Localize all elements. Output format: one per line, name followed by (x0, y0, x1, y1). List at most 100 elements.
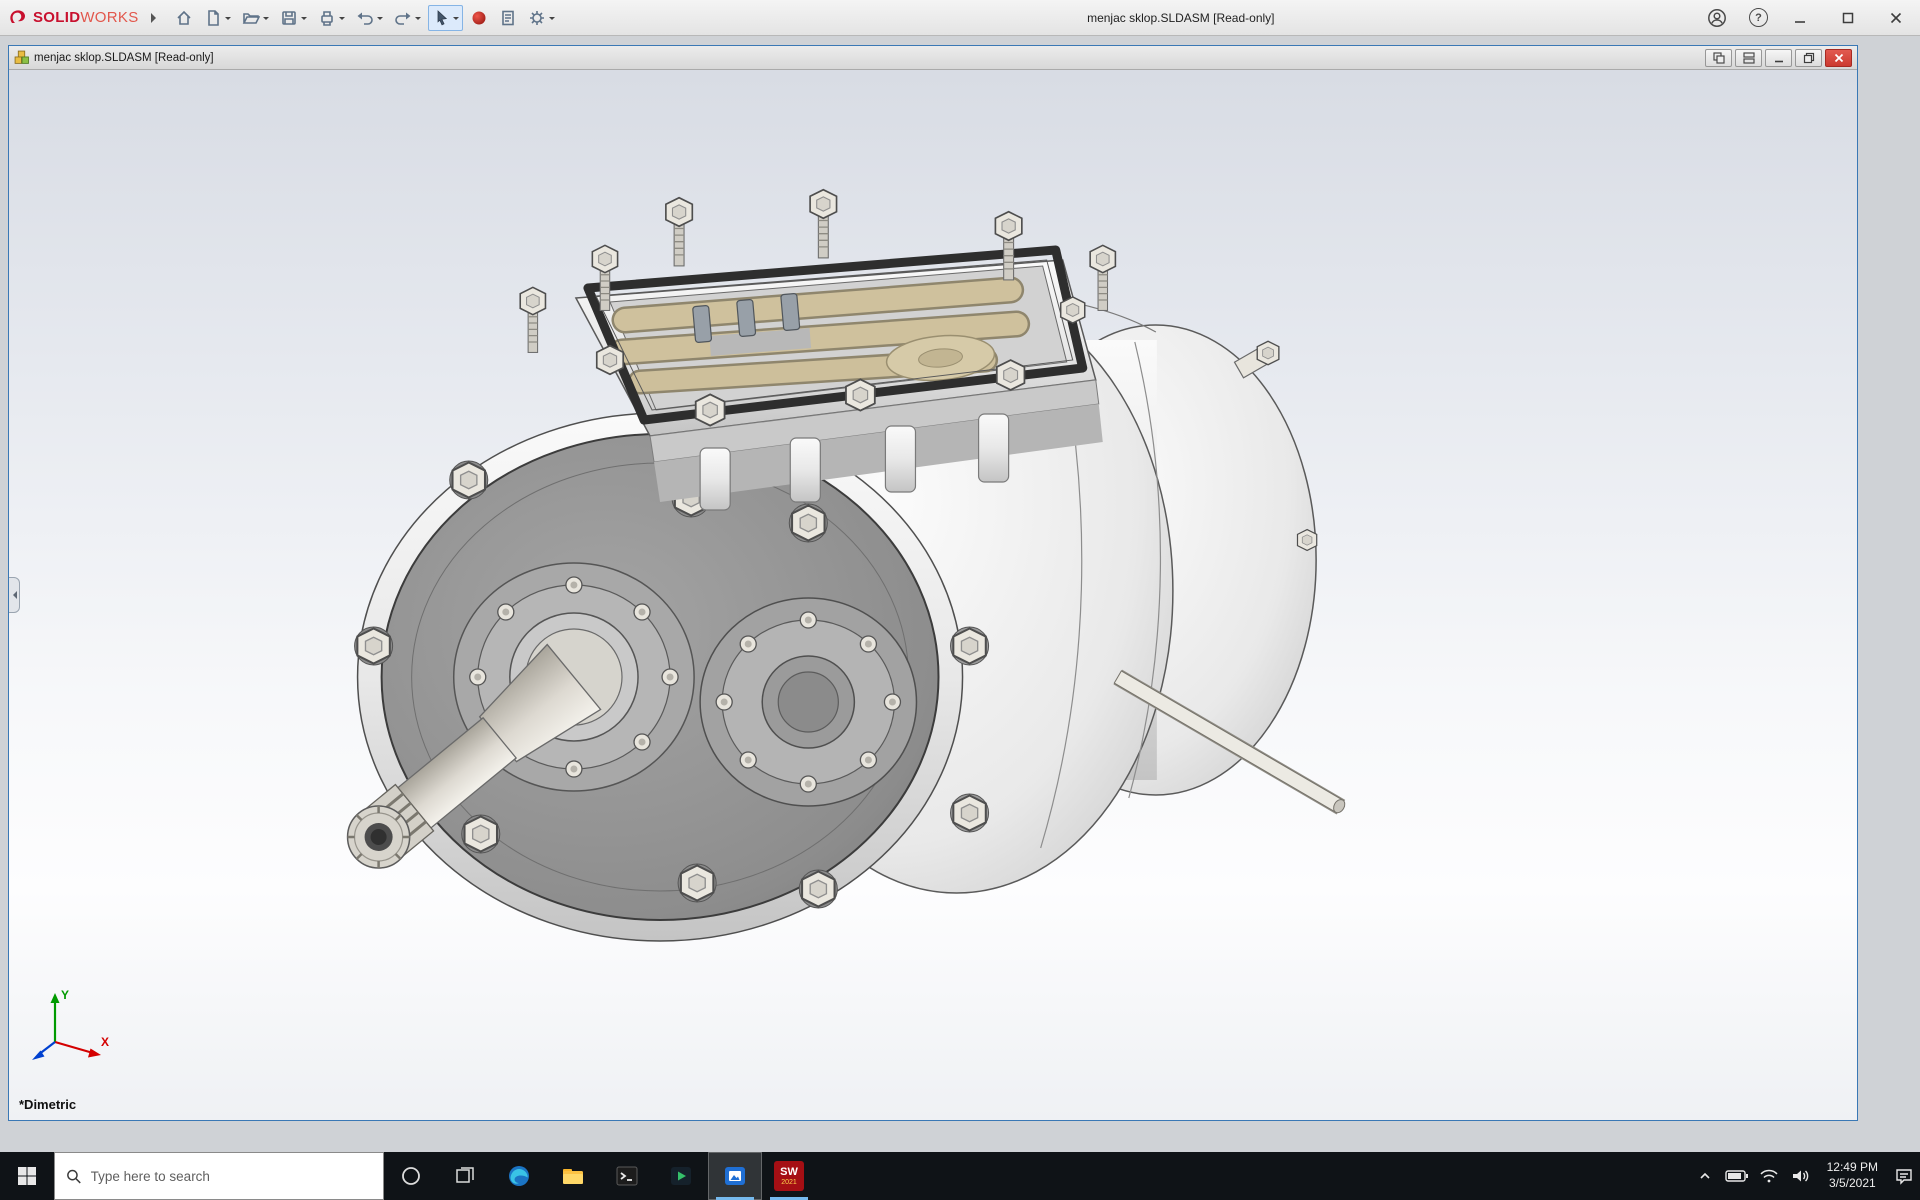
new-dropdown-arrow[interactable] (225, 17, 231, 23)
minimize-app-button[interactable] (1784, 5, 1816, 31)
open-dropdown-arrow[interactable] (263, 17, 269, 23)
restore-document-button[interactable] (1795, 49, 1822, 67)
window-arrange-1-button[interactable] (1705, 49, 1732, 67)
network-status-button[interactable] (1753, 1168, 1785, 1184)
close-icon (1889, 11, 1903, 25)
redo-button[interactable] (390, 5, 425, 31)
open-folder-icon (242, 9, 260, 27)
cortana-icon (400, 1165, 422, 1187)
volume-button[interactable] (1785, 1168, 1817, 1184)
close-document-icon (1832, 51, 1846, 65)
select-cursor-icon (432, 9, 450, 27)
file-properties-button[interactable] (495, 5, 521, 31)
print-dropdown-arrow[interactable] (339, 17, 345, 23)
brand-text: SOLIDWORKS (33, 9, 139, 26)
windows-logo-icon (17, 1166, 37, 1186)
new-document-icon (204, 9, 222, 27)
undo-dropdown-arrow[interactable] (377, 17, 383, 23)
close-app-button[interactable] (1880, 5, 1912, 31)
gearbox-3d-model (9, 70, 1857, 1120)
save-icon (280, 9, 298, 27)
restore-document-icon (1802, 51, 1816, 65)
side-plug[interactable] (1297, 530, 1316, 551)
menu-expand-arrow-icon[interactable] (151, 13, 161, 23)
document-titlebar[interactable]: menjac sklop.SLDASM [Read-only] (9, 46, 1857, 70)
orientation-triad[interactable]: Y X (21, 984, 113, 1076)
save-dropdown-arrow[interactable] (301, 17, 307, 23)
taskbar-app-solidworks[interactable]: SW 2021 (762, 1152, 816, 1200)
help-icon: ? (1755, 12, 1762, 24)
taskbar-app-terminal[interactable] (600, 1152, 654, 1200)
x-axis-label: X (101, 1035, 109, 1049)
redo-dropdown-arrow[interactable] (415, 17, 421, 23)
minimize-icon (1793, 11, 1807, 25)
taskbar-search[interactable] (54, 1152, 384, 1200)
gear-icon (528, 9, 546, 27)
cascade-windows-icon (1712, 51, 1726, 65)
undo-button[interactable] (352, 5, 387, 31)
print-button[interactable] (314, 5, 349, 31)
options-dropdown-arrow[interactable] (549, 17, 555, 23)
select-dropdown-arrow[interactable] (453, 17, 459, 23)
titlebar-right-controls: ? (1701, 5, 1912, 31)
graphics-viewport[interactable]: Y X *Dimetric (9, 70, 1857, 1120)
featuremanager-collapsed-tab[interactable] (9, 577, 20, 613)
document-window: menjac sklop.SLDASM [Read-only] (8, 45, 1858, 1121)
windows-taskbar: SW 2021 12:49 PM 3/5/2021 (0, 1152, 1920, 1200)
home-button[interactable] (171, 5, 197, 31)
save-button[interactable] (276, 5, 311, 31)
taskbar-clock[interactable]: 12:49 PM 3/5/2021 (1817, 1160, 1888, 1191)
start-button[interactable] (0, 1152, 54, 1200)
search-icon (66, 1168, 82, 1185)
print-icon (318, 9, 336, 27)
open-button[interactable] (238, 5, 273, 31)
cortana-button[interactable] (384, 1152, 438, 1200)
redo-icon (394, 9, 412, 27)
assembly-document-icon (14, 50, 29, 65)
y-axis-label: Y (61, 988, 69, 1002)
system-tray: 12:49 PM 3/5/2021 (1689, 1152, 1920, 1200)
help-button[interactable]: ? (1749, 8, 1768, 27)
task-view-icon (454, 1165, 476, 1187)
options-button[interactable] (524, 5, 559, 31)
battery-status-button[interactable] (1721, 1168, 1753, 1184)
3dexperience-icon (470, 9, 488, 27)
output-shaft-boss[interactable] (700, 598, 916, 806)
chevron-left-icon (9, 591, 17, 599)
document-window-controls (1705, 49, 1852, 67)
taskbar-app-media-player[interactable] (654, 1152, 708, 1200)
splined-shaft-end[interactable] (348, 806, 410, 868)
app-titlebar: SOLIDWORKS (0, 0, 1920, 36)
select-tool-button[interactable] (428, 5, 463, 31)
action-center-button[interactable] (1888, 1167, 1920, 1185)
taskbar-app-photos[interactable] (708, 1152, 762, 1200)
window-arrange-2-button[interactable] (1735, 49, 1762, 67)
account-button[interactable] (1701, 5, 1733, 31)
solidworks-application: SOLIDWORKS (0, 0, 1920, 1200)
breather-plug[interactable] (1234, 341, 1278, 377)
new-document-button[interactable] (200, 5, 235, 31)
search-input[interactable] (91, 1169, 372, 1184)
file-properties-icon (499, 9, 517, 27)
quick-access-toolbar (171, 5, 559, 31)
speaker-icon (1791, 1168, 1811, 1184)
action-center-icon (1895, 1167, 1913, 1185)
ds-logo-icon (8, 8, 28, 28)
taskbar-app-edge[interactable] (492, 1152, 546, 1200)
user-account-icon (1707, 8, 1727, 28)
close-document-button[interactable] (1825, 49, 1852, 67)
minimize-document-button[interactable] (1765, 49, 1792, 67)
clock-date: 3/5/2021 (1829, 1176, 1876, 1192)
home-icon (175, 9, 193, 27)
taskbar-app-file-explorer[interactable] (546, 1152, 600, 1200)
3dexperience-button[interactable] (466, 5, 492, 31)
view-orientation-label: *Dimetric (19, 1097, 76, 1112)
file-explorer-icon (561, 1164, 585, 1188)
workspace-background: menjac sklop.SLDASM [Read-only] (0, 36, 1920, 1152)
media-player-icon (669, 1164, 693, 1188)
document-title: menjac sklop.SLDASM [Read-only] (34, 52, 214, 64)
show-hidden-icons-button[interactable] (1689, 1169, 1721, 1183)
solidworks-2021-icon: SW 2021 (774, 1161, 804, 1191)
maximize-app-button[interactable] (1832, 5, 1864, 31)
task-view-button[interactable] (438, 1152, 492, 1200)
